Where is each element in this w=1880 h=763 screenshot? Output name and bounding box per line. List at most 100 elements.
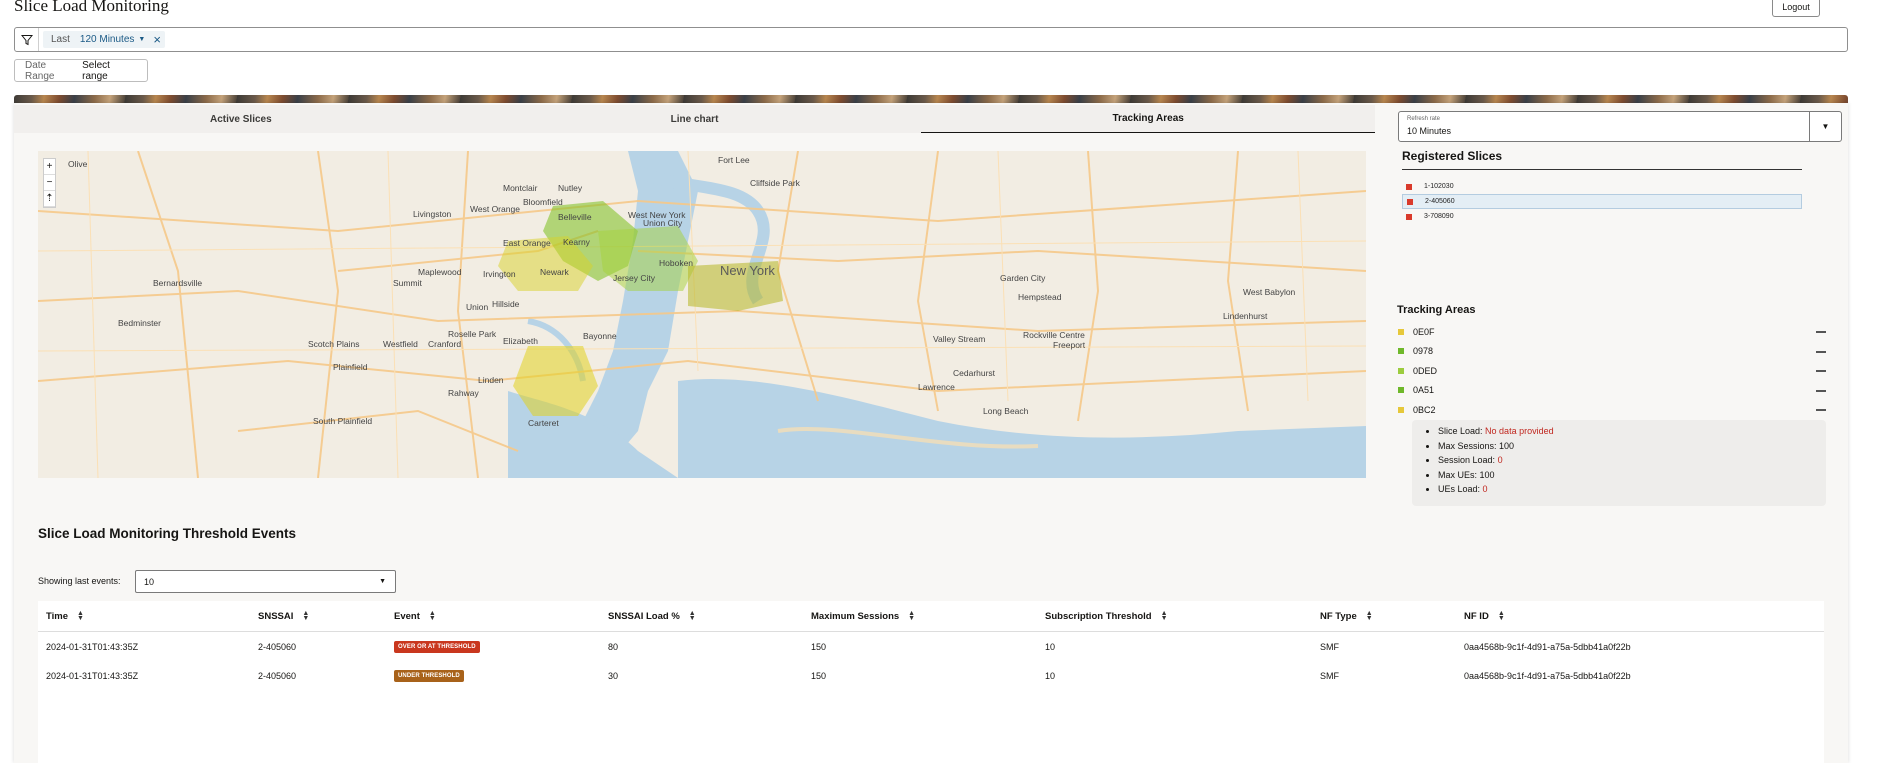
svg-text:Plainfield: Plainfield (333, 362, 368, 372)
refresh-rate-value[interactable]: 10 Minutes (1407, 126, 1451, 136)
svg-text:Hempstead: Hempstead (1018, 292, 1062, 302)
sort-icon[interactable]: ▲ ▼ (77, 610, 84, 622)
svg-text:Kearny: Kearny (563, 237, 591, 247)
sort-icon[interactable]: ▲ ▼ (302, 610, 309, 622)
sort-icon[interactable]: ▲ ▼ (429, 610, 436, 622)
menu-icon[interactable] (1816, 350, 1826, 353)
filter-chip-value[interactable]: 120 Minutes (80, 34, 134, 45)
table-row[interactable]: 2024-01-31T01:43:35Z 2-405060 OVER OR AT T… (38, 632, 1824, 661)
sort-icon[interactable]: ▲ ▼ (1366, 610, 1373, 622)
menu-icon[interactable] (1816, 409, 1826, 411)
close-icon[interactable]: × (153, 33, 161, 46)
tracking-area-color-swatch (1398, 348, 1404, 355)
svg-text:Bayonne: Bayonne (583, 331, 617, 341)
column-header[interactable]: NF ID ▲ ▼ (1464, 601, 1505, 631)
table-cell: 150 (811, 670, 827, 681)
table-cell: 80 (608, 641, 619, 652)
tab-active-slices[interactable]: Active Slices (14, 105, 468, 133)
svg-text:West Orange: West Orange (470, 204, 520, 214)
zoom-out-button[interactable]: − (44, 175, 55, 191)
table-cell: SMF (1320, 670, 1339, 681)
chevron-down-icon[interactable]: ▼ (138, 36, 145, 43)
svg-text:Lawrence: Lawrence (918, 382, 955, 392)
registered-slice-item[interactable]: 2-405060 (1402, 194, 1802, 209)
column-header[interactable]: Subscription Threshold ▲ ▼ (1045, 601, 1168, 631)
menu-icon[interactable] (1816, 389, 1826, 392)
tracking-area-item[interactable]: 0BC2 (1398, 400, 1826, 420)
map-zoom-control: + − ⇡ (43, 158, 56, 208)
tracking-area-item[interactable]: 0E0F (1398, 322, 1826, 342)
column-header[interactable]: SNSSAI Load % ▲ ▼ (608, 601, 696, 631)
table-cell: SMF (1320, 641, 1339, 652)
tab-line-chart[interactable]: Line chart (468, 105, 922, 133)
svg-text:Fort Lee: Fort Lee (718, 155, 750, 165)
svg-text:Rahway: Rahway (448, 388, 479, 398)
svg-text:Lindenhurst: Lindenhurst (1223, 311, 1268, 321)
svg-text:Nutley: Nutley (558, 183, 583, 193)
svg-text:Garden City: Garden City (1000, 273, 1046, 283)
column-header[interactable]: NF Type ▲ ▼ (1320, 601, 1373, 631)
column-header-label: SNSSAI (258, 610, 294, 622)
sort-icon[interactable]: ▲ ▼ (689, 610, 696, 622)
registered-slice-label: 2-405060 (1425, 198, 1455, 205)
zoom-in-button[interactable]: + (44, 159, 55, 175)
tracking-area-item[interactable]: 0DED (1398, 361, 1826, 381)
table-cell: 2024-01-31T01:43:35Z (46, 670, 139, 681)
logout-button[interactable]: Logout (1772, 0, 1820, 17)
sort-icon[interactable]: ▲ ▼ (908, 610, 915, 622)
chevron-down-icon[interactable]: ▼ (379, 578, 386, 585)
table-cell: 2-405060 (258, 670, 297, 681)
svg-text:Hillside: Hillside (492, 299, 520, 309)
column-header[interactable]: Time ▲ ▼ (46, 601, 84, 631)
tracking-areas-title: Tracking Areas (1397, 304, 1476, 316)
table-cell: 2024-01-31T01:43:35Z (46, 641, 139, 652)
max-sessions-item: Max Sessions: 100 (1438, 441, 1826, 456)
column-header[interactable]: SNSSAI ▲ ▼ (258, 601, 309, 631)
tab-bar: Active Slices Line chart Tracking Areas (14, 105, 1376, 133)
table-cell: 2-405060 (258, 641, 297, 652)
showing-last-events-select[interactable]: 10 ▼ (135, 570, 396, 593)
showing-last-events-value[interactable]: 10 (144, 577, 154, 587)
sort-icon[interactable]: ▲ ▼ (1161, 610, 1168, 622)
svg-text:Freeport: Freeport (1053, 340, 1086, 350)
svg-text:Long Beach: Long Beach (983, 406, 1029, 416)
tracking-area-color-swatch (1398, 406, 1404, 413)
chevron-down-icon[interactable]: ▼ (1809, 112, 1841, 141)
svg-text:Livingston: Livingston (413, 209, 452, 219)
svg-text:Carteret: Carteret (528, 418, 559, 428)
filter-chip[interactable]: Last 120 Minutes ▼ × (43, 31, 165, 48)
column-header[interactable]: Event ▲ ▼ (394, 601, 436, 631)
svg-text:Summit: Summit (393, 278, 422, 288)
filter-icon[interactable] (15, 28, 39, 51)
svg-text:Irvington: Irvington (483, 269, 516, 279)
table-cell: 10 (1045, 670, 1056, 681)
app-title: Slice Load Monitoring (14, 0, 169, 15)
sort-icon[interactable]: ▲ ▼ (1498, 610, 1505, 622)
map-canvas[interactable]: Olive Montclair Nutley Belleville Kearny Eas… (38, 151, 1366, 478)
menu-icon[interactable] (1816, 370, 1826, 372)
reset-north-button[interactable]: ⇡ (44, 191, 55, 207)
registered-slice-item[interactable]: 3-708090 (1402, 209, 1802, 224)
table-cell: 0aa4568b-9c1f-4d91-a75a-5dbb41a0f22b (1464, 670, 1631, 681)
refresh-rate-select[interactable]: Refresh rate 10 Minutes ▼ (1398, 111, 1842, 142)
column-header-label: Subscription Threshold (1045, 610, 1152, 622)
svg-text:West New York: West New York (628, 210, 686, 220)
events-table: Time ▲ ▼ SNSSAI ▲ ▼ Event ▲ ▼ SNSSAI Load % ▲ ▼ Maxi… (38, 601, 1824, 763)
svg-text:Scotch Plains: Scotch Plains (308, 339, 360, 349)
tracking-area-item[interactable]: 0978 (1398, 342, 1826, 362)
svg-text:Linden: Linden (478, 375, 504, 385)
tracking-area-map[interactable]: Olive Montclair Nutley Belleville Kearny Eas… (38, 151, 1366, 478)
tab-tracking-areas[interactable]: Tracking Areas (921, 105, 1376, 133)
table-row[interactable]: 2024-01-31T01:43:35Z 2-405060 UNDER THRESH… (38, 661, 1824, 690)
column-header[interactable]: Maximum Sessions ▲ ▼ (811, 601, 915, 631)
date-range-picker[interactable]: Date Range Select range (14, 59, 148, 82)
date-range-label: Date Range (25, 59, 55, 82)
filter-bar[interactable]: Last 120 Minutes ▼ × (14, 27, 1848, 52)
registered-slice-label: 1-102030 (1424, 183, 1454, 190)
registered-slice-item[interactable]: 1-102030 (1402, 179, 1802, 194)
tracking-area-item[interactable]: 0A51 (1398, 381, 1826, 401)
session-load-item: Session Load: 0 (1438, 455, 1826, 470)
column-header-label: Time (46, 610, 69, 622)
menu-icon[interactable] (1816, 331, 1826, 333)
date-range-value[interactable]: Select range (82, 60, 137, 82)
